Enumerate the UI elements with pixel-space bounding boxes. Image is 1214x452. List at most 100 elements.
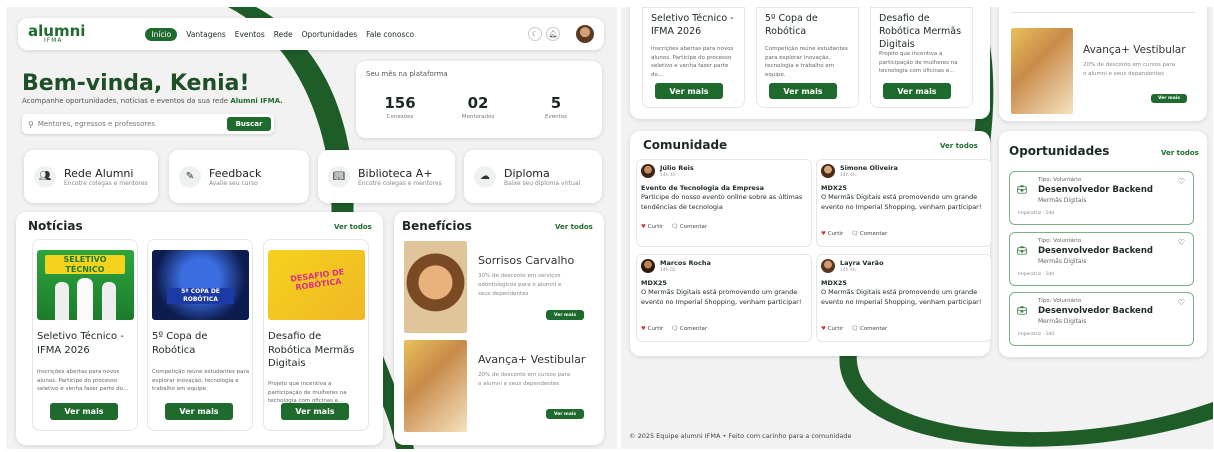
post-text: O Mermãs Digitais está promovendo um gra… xyxy=(821,288,982,306)
news-see-more-button[interactable]: Ver mais xyxy=(50,403,118,420)
briefcase-icon: 💼︎ xyxy=(1017,306,1028,315)
news-see-more-button[interactable]: Ver mais xyxy=(281,403,349,420)
comment-button[interactable]: 🗨︎ Comentar xyxy=(851,326,887,332)
news-image-seletivo[interactable]: SELETIVO TÉCNICO xyxy=(37,250,134,320)
benefit-see-more-button[interactable]: Ver mais xyxy=(1151,94,1187,103)
search-bar: ⚲ Mentores, egressos e professores Busca… xyxy=(22,114,274,134)
user-avatar[interactable] xyxy=(641,164,655,178)
news-image-label: SELETIVO TÉCNICO xyxy=(45,255,125,275)
news-title: Desafio de Robótica Mermãs Digitais xyxy=(879,13,962,50)
like-button[interactable]: ♥ Curtir xyxy=(641,326,663,332)
benefits-heading: Benefícios xyxy=(402,219,472,233)
quick-rede-alumni[interactable]: 👥︎ Rede Alumni Encotre colegas e mentores xyxy=(24,150,158,203)
quick-title: Feedback xyxy=(209,166,262,180)
opportunity-type: Tipo: Voluntário xyxy=(1038,298,1082,304)
news-card: 5º Copa de Robótica Competição reúne est… xyxy=(756,7,859,108)
like-label: Curtir xyxy=(827,326,844,332)
community-post: Simone Oliveira 14h 4h MDX25 O Mermãs Dig… xyxy=(816,159,992,247)
benefit-image-vestibular[interactable] xyxy=(404,340,467,432)
post-body: Evento de Tecnologia da Empresa Participe… xyxy=(641,184,809,212)
quick-feedback[interactable]: ✎ Feedback Avalie seu curso xyxy=(169,150,309,203)
news-desc: Competição reúne estudantes para explora… xyxy=(765,46,848,78)
benefit-see-more-button[interactable]: Ver mais xyxy=(546,409,584,419)
news-title: Seletivo Técnico - IFMA 2026 xyxy=(37,331,124,356)
opportunity-org: Mermãs Digitais xyxy=(1038,318,1087,325)
like-button[interactable]: ♥ Curtir xyxy=(821,231,843,237)
theme-toggle-icon[interactable]: ☾ xyxy=(528,27,542,41)
post-author: Layra Varão xyxy=(840,259,884,267)
news-see-more-button[interactable]: Ver mais xyxy=(883,83,951,99)
benefit-see-more-button[interactable]: Ver mais xyxy=(546,310,584,320)
quick-title: Diploma xyxy=(504,166,550,180)
nav-rede[interactable]: Rede xyxy=(274,30,293,39)
benefit-image-vestibular[interactable] xyxy=(1011,28,1073,114)
nav-eventos[interactable]: Eventos xyxy=(235,30,265,39)
post-actions: ♥ Curtir 🗨︎ Comentar xyxy=(641,326,707,332)
quick-diploma[interactable]: ☁ Diploma Baixe seu diploma virtual xyxy=(464,150,602,203)
post-actions: ♥ Curtir 🗨︎ Comentar xyxy=(821,326,887,332)
opportunities-heading: Oportunidades xyxy=(1009,144,1110,158)
quick-biblioteca[interactable]: 📖︎ Biblioteca A+ Encotre colegas e mentor… xyxy=(318,150,455,203)
footer-text: © 2025 Equipe alumni IFMA • Feito com ca… xyxy=(629,432,852,440)
news-see-more-button[interactable]: Ver mais xyxy=(165,403,233,420)
news-image-label: DESAFIO DE ROBÓTICA xyxy=(289,267,345,292)
news-image-desafio[interactable]: DESAFIO DE ROBÓTICA xyxy=(268,250,365,320)
cloud-download-icon: ☁ xyxy=(474,165,496,188)
comment-button[interactable]: 🗨︎ Comentar xyxy=(851,231,887,237)
nav-fale-conosco[interactable]: Fale conosco xyxy=(366,30,414,39)
opportunities-see-all[interactable]: Ver todos xyxy=(1161,149,1199,157)
opportunity-card[interactable]: 💼︎ Tipo: Voluntário Desenvolvedor Backen… xyxy=(1009,171,1194,225)
opportunity-card[interactable]: 💼︎ Tipo: Voluntário Desenvolvedor Backen… xyxy=(1009,292,1194,346)
post-author: Júlio Reis xyxy=(660,164,694,172)
user-avatar[interactable] xyxy=(576,25,594,43)
nav-vantagens[interactable]: Vantagens xyxy=(186,30,225,39)
user-avatar[interactable] xyxy=(641,259,655,273)
like-button[interactable]: ♥ Curtir xyxy=(641,224,663,230)
nav-actions: ☾ 🔔︎ xyxy=(528,25,594,43)
comment-icon: 🗨︎ xyxy=(671,224,679,230)
opportunity-type: Tipo: Voluntário xyxy=(1038,238,1082,244)
post-actions: ♥ Curtir 🗨︎ Comentar xyxy=(641,224,707,230)
benefits-see-all[interactable]: Ver todos xyxy=(555,223,593,231)
heart-icon: ♥ xyxy=(641,224,646,230)
comment-icon: 🗨︎ xyxy=(671,326,679,332)
like-label: Curtir xyxy=(647,224,664,230)
post-headline: MDX25 xyxy=(821,184,847,192)
nav-oportunidades[interactable]: Oportunidades xyxy=(302,30,358,39)
like-label: Curtir xyxy=(647,326,664,332)
post-body: MDX25 O Mermãs Digitais está promovendo u… xyxy=(641,279,809,307)
benefit-desc: 20% de desconto em cursos para o alumni … xyxy=(1083,62,1176,77)
user-avatar[interactable] xyxy=(821,164,835,178)
like-label: Curtir xyxy=(827,231,844,237)
opportunity-org: Mermãs Digitais xyxy=(1038,258,1087,265)
welcome-subtitle-text: Acompanhe oportunidades, notícias e even… xyxy=(22,97,229,105)
benefit-image-sorrisos[interactable] xyxy=(404,241,467,333)
quick-title: Rede Alumni xyxy=(64,166,134,180)
news-image-robotica[interactable]: 5º COPA DE ROBÓTICA xyxy=(152,250,249,320)
news-see-all[interactable]: Ver todos xyxy=(334,223,372,231)
nav-inicio[interactable]: Início xyxy=(145,27,178,41)
search-input[interactable]: Mentores, egressos e professores xyxy=(38,120,155,128)
opportunity-card[interactable]: 💼︎ Tipo: Voluntário Desenvolvedor Backen… xyxy=(1009,232,1194,286)
stat-label: Conexões xyxy=(386,114,414,120)
search-button[interactable]: Buscar xyxy=(227,117,271,131)
community-see-all[interactable]: Ver todos xyxy=(940,142,978,150)
alumni-logo[interactable]: alumni IFMA xyxy=(28,23,85,43)
news-see-more-button[interactable]: Ver mais xyxy=(769,83,837,99)
user-avatar[interactable] xyxy=(821,259,835,273)
comment-label: Comentar xyxy=(859,326,888,332)
news-see-more-button[interactable]: Ver mais xyxy=(655,83,723,99)
favorite-heart-icon[interactable]: ♡ xyxy=(1178,177,1185,186)
stat-value: 02 xyxy=(467,94,489,112)
favorite-heart-icon[interactable]: ♡ xyxy=(1178,298,1185,307)
post-text: O Mermãs Digitais está promovendo um gra… xyxy=(641,288,802,306)
comment-button[interactable]: 🗨︎ Comentar xyxy=(671,326,707,332)
opportunity-title: Desenvolvedor Backend xyxy=(1038,185,1153,195)
opportunities-section: Oportunidades Ver todos 💼︎ Tipo: Voluntá… xyxy=(999,131,1207,357)
opportunity-title: Desenvolvedor Backend xyxy=(1038,306,1153,316)
news-title: Desafio de Robótica Mermãs Digitais xyxy=(268,331,355,369)
favorite-heart-icon[interactable]: ♡ xyxy=(1178,238,1185,247)
notification-bell-icon[interactable]: 🔔︎ xyxy=(546,27,560,41)
like-button[interactable]: ♥ Curtir xyxy=(821,326,843,332)
comment-button[interactable]: 🗨︎ Comentar xyxy=(671,224,707,230)
